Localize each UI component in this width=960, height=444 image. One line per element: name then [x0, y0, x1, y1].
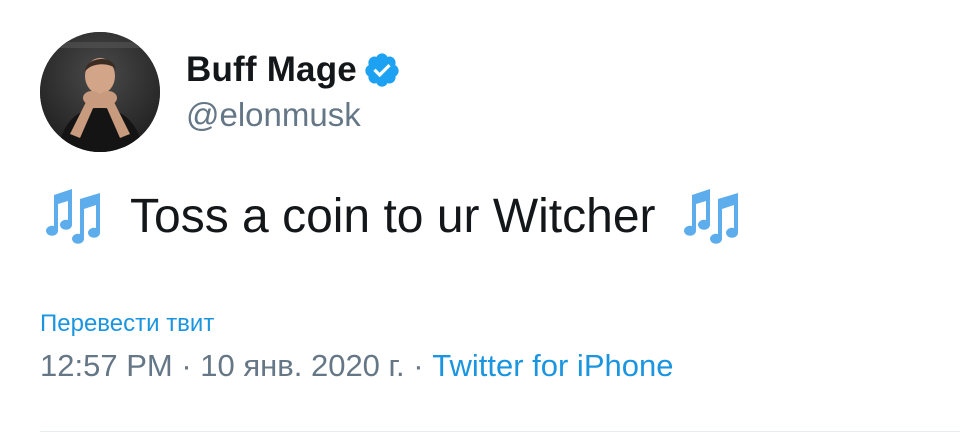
tweet-time[interactable]: 12:57 PM — [40, 348, 173, 383]
verified-badge-icon — [365, 53, 399, 87]
translate-tweet-link[interactable]: Перевести твит — [40, 310, 214, 338]
tweet-card: Buff Mage @elonmusk Toss a coin to ur Wi… — [0, 0, 960, 444]
author-display-name[interactable]: Buff Mage — [186, 50, 357, 90]
author-handle[interactable]: @elonmusk — [186, 96, 361, 134]
avatar[interactable] — [40, 32, 160, 152]
meta-separator: · — [172, 348, 201, 383]
profile-photo — [40, 32, 160, 152]
tweet-metadata: 12:57 PM · 10 янв. 2020 г. · Twitter for… — [40, 348, 673, 384]
musical-notes-icon — [683, 189, 738, 244]
author-name-row[interactable]: Buff Mage — [186, 46, 401, 94]
tweet-text: Toss a coin to ur Witcher — [130, 190, 656, 243]
divider — [40, 431, 960, 432]
tweet-source-link[interactable]: Twitter for iPhone — [432, 348, 673, 383]
tweet-body: Toss a coin to ur Witcher — [40, 182, 744, 252]
tweet-date[interactable]: 10 янв. 2020 г. — [200, 348, 404, 383]
musical-notes-icon — [46, 189, 100, 244]
meta-separator: · — [404, 348, 433, 383]
